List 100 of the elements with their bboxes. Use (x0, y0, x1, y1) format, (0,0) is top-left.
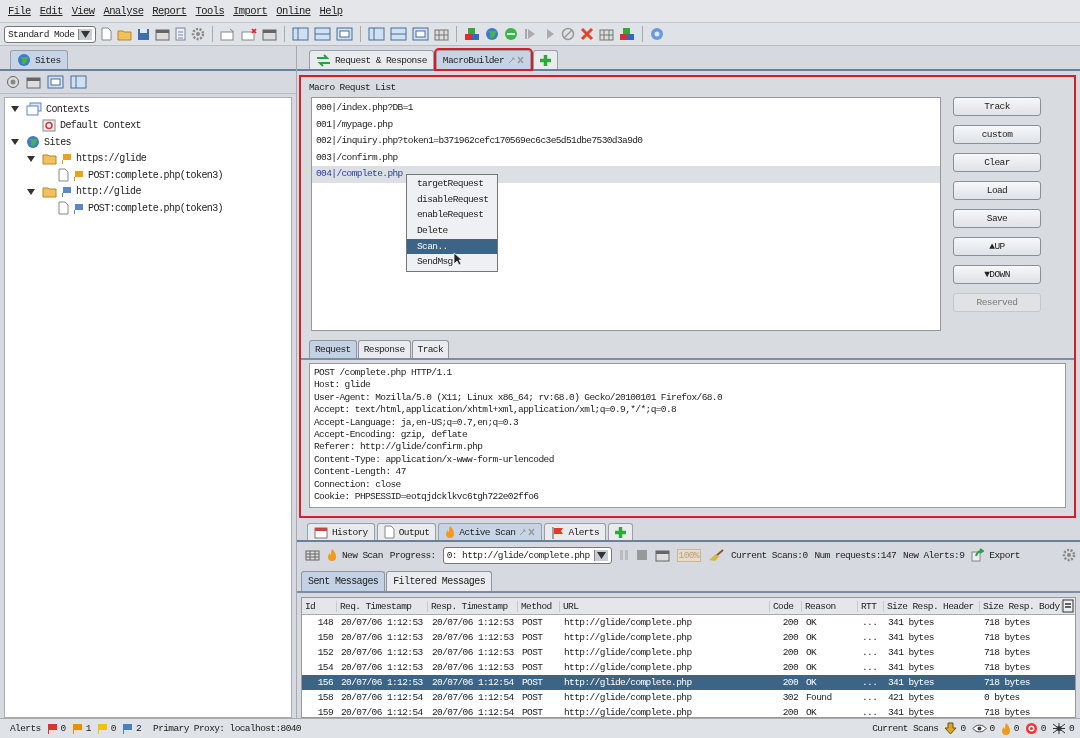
table-cell-text: http://glide/complete.php (563, 707, 693, 717)
table-cell-text: POST (521, 662, 544, 673)
table-cell-text: 158 (316, 692, 334, 703)
tab[interactable]: Sent Messages (301, 571, 386, 591)
tab[interactable]: Alerts (544, 523, 607, 540)
menu-item[interactable]: Help (319, 5, 343, 17)
macro-button[interactable]: Clear (953, 153, 1041, 172)
table-row[interactable]: 159 20/07/06 1:12:54 20/07/06 1:12:54 POST http://glide/complete.php 200 OK ... 341 bytes 718 bytes (302, 705, 1075, 717)
table-row[interactable]: 158 20/07/06 1:12:54 20/07/06 1:12:54 POST http://glide/complete.php 302 Found ... 421 bytes 0 bytes (302, 690, 1075, 705)
tab[interactable]: Output (376, 523, 437, 540)
table-cell-text: POST (521, 632, 544, 643)
column-chooser-icon[interactable] (1062, 599, 1074, 613)
menu-item[interactable]: Online (276, 5, 311, 17)
menu-item[interactable]: Report (152, 5, 187, 17)
menu-item[interactable]: enableRequest (407, 207, 497, 224)
tree-item[interactable]: http://glide (76, 186, 141, 198)
progress-dropdown[interactable]: 0: http://glide/complete.php (442, 546, 612, 564)
tab[interactable]: Response (357, 340, 411, 358)
table-row[interactable]: 150 20/07/06 1:12:53 20/07/06 1:12:53 POST http://glide/complete.php 200 OK ... 341 bytes 718 bytes (302, 630, 1075, 645)
table-cell-text: 20/07/06 1:12:54 (340, 692, 424, 703)
expand-toggle-icon[interactable] (27, 154, 35, 163)
macro-button[interactable]: custom (953, 125, 1041, 144)
tree-item[interactable]: POST:complete.php(token3) (88, 202, 224, 214)
table-row[interactable]: 152 20/07/06 1:12:53 20/07/06 1:12:53 POST http://glide/complete.php 200 OK ... 341 bytes 718 bytes (302, 645, 1075, 660)
table-cell-text: 718 bytes (983, 677, 1031, 688)
menu-item[interactable]: File (8, 5, 31, 17)
table-cell-text: ... (861, 647, 879, 658)
sheet-icon (175, 27, 187, 41)
list-item[interactable]: 003|/confirm.php (312, 149, 940, 166)
column-header[interactable]: Reason (802, 600, 858, 612)
flag-icon (551, 525, 565, 539)
list-item[interactable]: 001|/mypage.php (312, 116, 940, 133)
request-line: Content-Length: 47 (314, 466, 407, 479)
tab[interactable]: History (307, 523, 375, 540)
menu-item[interactable]: Scan.. (407, 238, 497, 255)
table-cell-text: 200 (781, 662, 799, 673)
table-row[interactable]: 154 20/07/06 1:12:53 20/07/06 1:12:53 POST http://glide/complete.php 200 OK ... 341 bytes 718 bytes (302, 660, 1075, 675)
column-header[interactable]: URL (560, 600, 770, 612)
column-header[interactable]: RTT (858, 600, 884, 612)
gear-icon (1062, 548, 1076, 562)
macro-button[interactable]: Load (953, 181, 1041, 200)
table-row[interactable]: 148 20/07/06 1:12:53 20/07/06 1:12:53 POST http://glide/complete.php 200 OK ... 341 bytes 718 bytes (302, 615, 1075, 630)
tab[interactable]: Request (309, 340, 357, 358)
tab[interactable]: Sites (10, 50, 68, 69)
mode-dropdown[interactable]: Standard Mode (4, 25, 97, 43)
column-header[interactable]: Id (302, 600, 337, 612)
menu-item[interactable]: disableRequest (407, 191, 497, 208)
macro-button[interactable]: Track (953, 97, 1041, 116)
tab[interactable]: Filtered Messages (386, 571, 493, 591)
circle-icon[interactable] (6, 75, 20, 89)
alert-count: 2 (135, 723, 142, 734)
menu-item[interactable]: Tools (195, 5, 225, 17)
gear-icon (191, 27, 206, 41)
menu-item[interactable]: Edit (39, 5, 63, 17)
tab[interactable]: MacroBuilder (435, 50, 532, 69)
tree-item[interactable]: Default Context (60, 120, 141, 132)
menu-item[interactable]: Delete (407, 223, 497, 239)
tree-item[interactable]: Sites (44, 136, 71, 148)
tab[interactable]: Track (411, 340, 450, 358)
menu-item[interactable]: Analyse (103, 5, 144, 17)
list-item[interactable]: 002|/inquiry.php?token1=b371962cefc170569ec6c3e5d51dbe7530d3a9d0 (312, 133, 940, 150)
macro-button[interactable]: ▲UP (953, 237, 1041, 256)
layout-icon (314, 27, 332, 41)
column-header[interactable]: Resp. Timestamp (428, 600, 518, 612)
column-header[interactable]: Size Resp. Header (884, 600, 980, 612)
table-cell-text: 20/07/06 1:12:53 (340, 662, 424, 673)
table-cell-text: 200 (781, 707, 799, 717)
table-cell-text: 20/07/06 1:12:54 (431, 692, 515, 703)
menu-item[interactable]: Import (233, 5, 268, 17)
flame-icon (1000, 721, 1011, 736)
new-scan-button[interactable]: New Scan (327, 548, 383, 562)
list-item[interactable]: 000|/index.php?DB=1 (312, 100, 940, 117)
export-button[interactable]: Export (971, 548, 1020, 562)
column-header[interactable]: Req. Timestamp (337, 600, 428, 612)
menu-item[interactable]: SendMsg (407, 254, 497, 271)
column-header[interactable]: Code (770, 600, 802, 612)
request-text-area[interactable] (309, 363, 1066, 508)
macro-button[interactable]: Save (953, 209, 1041, 228)
request-line: Accept: text/html,application/xhtml+xml,application/xml;q=0.9,*/*;q=0.8 (314, 404, 678, 417)
add-tab-button[interactable] (533, 50, 559, 69)
tab[interactable]: Request & Response (309, 50, 434, 69)
expand-toggle-icon[interactable] (11, 105, 19, 114)
globe-icon (485, 27, 500, 41)
expand-toggle-icon[interactable] (27, 187, 35, 196)
add-tab-button[interactable] (608, 523, 634, 540)
table-cell-text: OK (805, 617, 818, 628)
table-cell-text: 20/07/06 1:12:53 (431, 617, 515, 628)
table-cell-text: Found (805, 692, 833, 703)
tree-item[interactable]: Contexts (46, 103, 90, 115)
tab[interactable]: Active Scan (438, 523, 543, 540)
expand-toggle-icon[interactable] (11, 138, 19, 147)
new-alerts-label: New Alerts:9 (903, 549, 965, 561)
tree-item[interactable]: https://glide (76, 153, 147, 165)
menu-item[interactable]: View (71, 5, 95, 17)
tree-item[interactable]: POST:complete.php(token3) (88, 169, 224, 181)
dropdown-arrow-icon[interactable] (78, 28, 93, 40)
macro-button[interactable]: ▼DOWN (953, 265, 1041, 284)
column-header[interactable]: Method (518, 600, 560, 612)
table-row[interactable]: 156 20/07/06 1:12:53 20/07/06 1:12:54 POST http://glide/complete.php 200 OK ... 341 bytes 718 bytes (302, 675, 1075, 690)
dropdown-arrow-icon[interactable] (593, 549, 608, 561)
